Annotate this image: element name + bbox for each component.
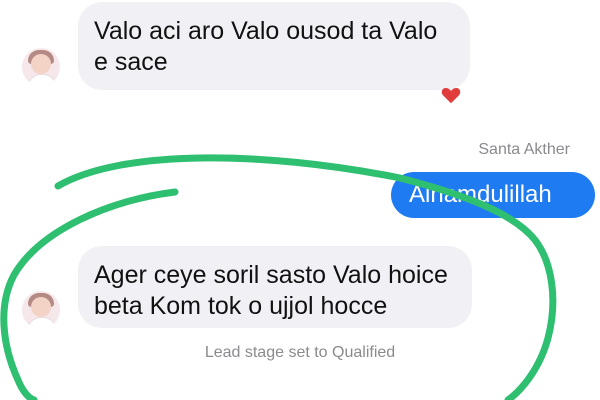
avatar-body bbox=[27, 74, 57, 86]
incoming-message-bubble[interactable]: Ager ceye soril sasto Valo hoice beta Ko… bbox=[78, 246, 472, 328]
contact-avatar[interactable] bbox=[22, 291, 60, 329]
incoming-message-bubble[interactable]: Valo aci aro Valo ousod ta Valo e sace bbox=[78, 2, 470, 90]
outgoing-message-bubble[interactable]: Alhamdulillah bbox=[391, 172, 595, 218]
avatar-face bbox=[31, 54, 51, 74]
avatar-face bbox=[31, 297, 51, 317]
message-text: Alhamdulillah bbox=[409, 181, 552, 208]
avatar-body bbox=[27, 317, 57, 329]
sender-name: Santa Akther bbox=[478, 141, 570, 158]
message-text: Ager ceye soril sasto Valo hoice beta Ko… bbox=[94, 261, 448, 320]
message-text: Valo aci aro Valo ousod ta Valo e sace bbox=[94, 17, 438, 76]
contact-avatar[interactable] bbox=[22, 48, 60, 86]
lead-stage-note: Lead stage set to Qualified bbox=[204, 344, 396, 361]
heart-icon bbox=[441, 87, 461, 104]
